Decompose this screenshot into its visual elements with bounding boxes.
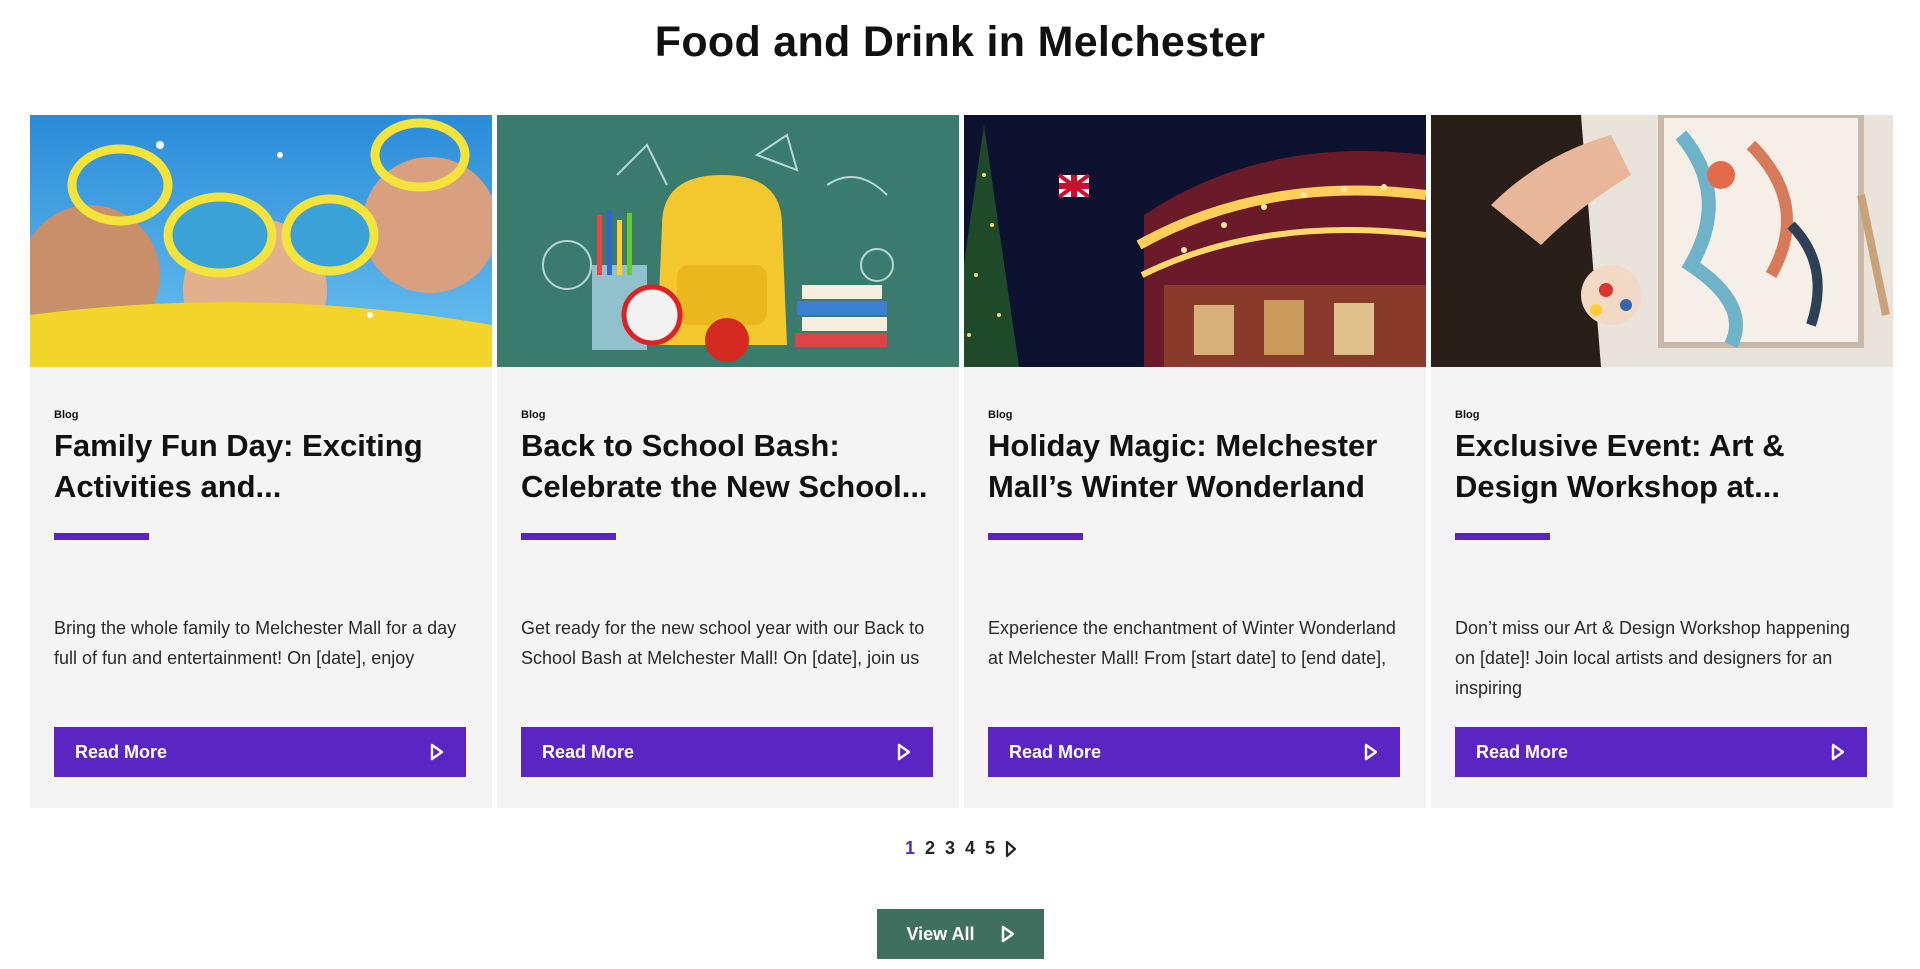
- play-icon: [897, 743, 911, 761]
- card-tag: Blog: [988, 409, 1013, 421]
- play-icon: [1831, 743, 1845, 761]
- read-more-label: Read More: [75, 741, 168, 762]
- blog-card: Blog Exclusive Event: Art & Design Works…: [1431, 115, 1893, 808]
- card-excerpt: Bring the whole family to Melchester Mal…: [54, 618, 457, 668]
- read-more-label: Read More: [1009, 741, 1102, 762]
- card-excerpt: Get ready for the new school year with o…: [521, 618, 925, 668]
- blog-card: Blog Family Fun Day: Exciting Activities…: [30, 115, 492, 808]
- card-title[interactable]: Holiday Magic: Melchester Mall’s Winter …: [988, 425, 1402, 507]
- card-excerpt: Don’t miss our Art & Design Workshop hap…: [1455, 618, 1850, 698]
- card-title[interactable]: Family Fun Day: Exciting Activities and.…: [54, 425, 468, 507]
- title-underline: [988, 533, 1083, 540]
- read-more-button[interactable]: Read More: [1455, 727, 1867, 777]
- carousel-night-photo[interactable]: [964, 115, 1426, 367]
- read-more-button[interactable]: Read More: [988, 727, 1400, 777]
- page-link[interactable]: 2: [923, 838, 937, 859]
- pagination: 1 2 3 4 5: [0, 838, 1920, 859]
- card-title[interactable]: Back to School Bash: Celebrate the New S…: [521, 425, 935, 507]
- card-tag: Blog: [521, 409, 546, 421]
- view-all-label: View All: [906, 923, 975, 944]
- family-sunglasses-photo[interactable]: [30, 115, 492, 367]
- card-list: Blog Family Fun Day: Exciting Activities…: [30, 115, 1893, 808]
- card-tag: Blog: [1455, 409, 1480, 421]
- page-link[interactable]: 3: [943, 838, 957, 859]
- title-underline: [54, 533, 149, 540]
- card-tag: Blog: [54, 409, 79, 421]
- page-title: Food and Drink in Melchester: [654, 18, 1266, 66]
- read-more-label: Read More: [1476, 741, 1569, 762]
- painting-workshop-photo[interactable]: [1431, 115, 1893, 367]
- play-icon: [430, 743, 444, 761]
- page-link[interactable]: 4: [963, 838, 977, 859]
- read-more-button[interactable]: Read More: [521, 727, 933, 777]
- card-excerpt: Experience the enchantment of Winter Won…: [988, 618, 1396, 668]
- read-more-label: Read More: [542, 741, 635, 762]
- school-backpack-photo[interactable]: [497, 115, 959, 367]
- title-underline: [1455, 533, 1550, 540]
- play-icon: [1364, 743, 1378, 761]
- blog-card: Blog Holiday Magic: Melchester Mall’s Wi…: [964, 115, 1426, 808]
- next-page-icon[interactable]: [1005, 840, 1017, 858]
- title-underline: [521, 533, 616, 540]
- card-title[interactable]: Exclusive Event: Art & Design Workshop a…: [1455, 425, 1869, 507]
- blog-card: Blog Back to School Bash: Celebrate the …: [497, 115, 959, 808]
- page-link[interactable]: 5: [983, 838, 997, 859]
- play-icon: [1001, 925, 1014, 943]
- read-more-button[interactable]: Read More: [54, 727, 466, 777]
- page-link[interactable]: 1: [903, 838, 917, 859]
- view-all-button[interactable]: View All: [877, 909, 1044, 959]
